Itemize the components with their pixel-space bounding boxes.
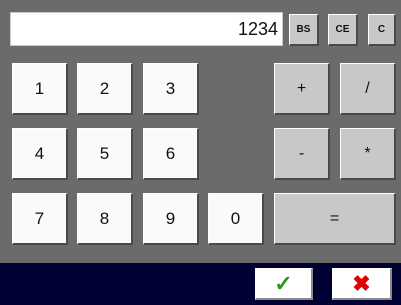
- digit-9-button[interactable]: 9: [143, 193, 199, 245]
- digit-6-button[interactable]: 6: [143, 128, 199, 180]
- multiply-button[interactable]: *: [340, 128, 396, 180]
- calculator-display: 1234: [10, 12, 283, 46]
- close-icon: ✖: [352, 270, 371, 296]
- plus-button[interactable]: +: [274, 63, 330, 115]
- minus-button[interactable]: -: [274, 128, 330, 180]
- digit-4-button[interactable]: 4: [12, 128, 68, 180]
- checkmark-icon: ✓: [274, 270, 293, 296]
- digit-2-button[interactable]: 2: [77, 63, 133, 115]
- divide-button[interactable]: /: [340, 63, 396, 115]
- backspace-button[interactable]: BS: [289, 14, 319, 46]
- display-value: 1234: [237, 18, 278, 39]
- digit-3-button[interactable]: 3: [143, 63, 199, 115]
- digit-5-button[interactable]: 5: [77, 128, 133, 180]
- digit-8-button[interactable]: 8: [77, 193, 133, 245]
- ok-button[interactable]: ✓: [255, 268, 313, 300]
- digit-7-button[interactable]: 7: [12, 193, 68, 245]
- clear-button[interactable]: C: [368, 14, 396, 46]
- cancel-button[interactable]: ✖: [332, 268, 392, 300]
- digit-0-button[interactable]: 0: [208, 193, 264, 245]
- equals-button[interactable]: =: [274, 193, 396, 245]
- clear-entry-button[interactable]: CE: [328, 14, 358, 46]
- digit-1-button[interactable]: 1: [12, 63, 68, 115]
